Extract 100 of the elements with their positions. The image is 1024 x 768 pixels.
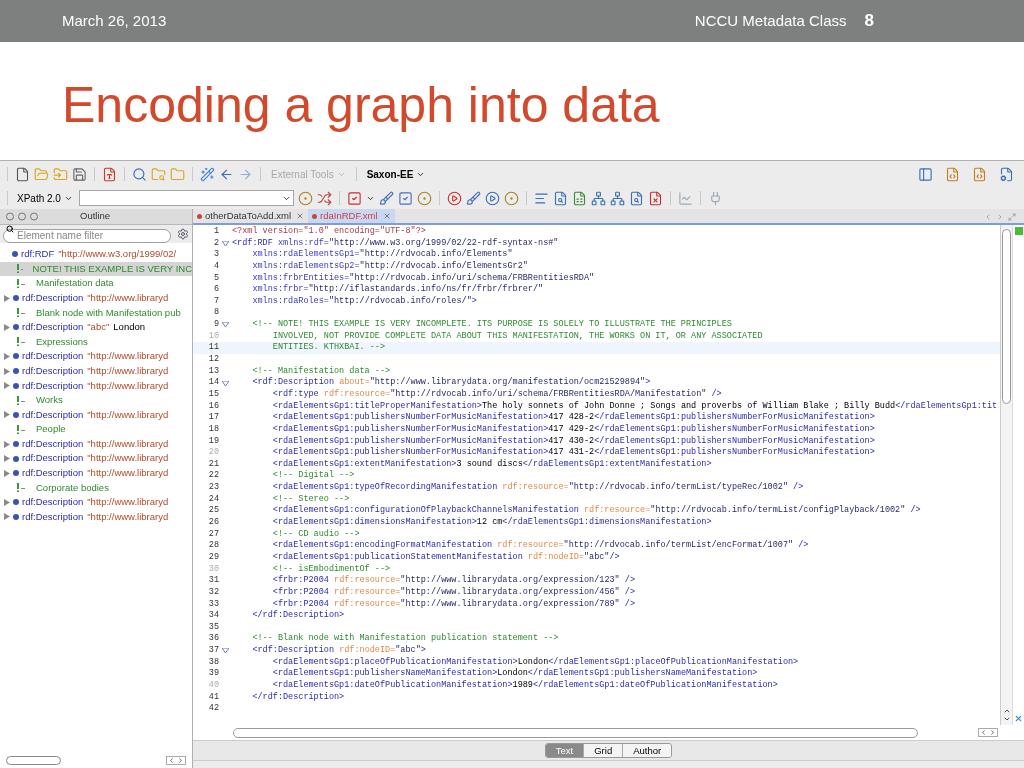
scroll-arrows-icon[interactable] (978, 728, 998, 737)
close-icon[interactable] (1014, 714, 1023, 723)
folder-search-icon[interactable] (151, 166, 166, 182)
checkbox-icon[interactable] (346, 190, 362, 206)
line-number: 39 (207, 668, 219, 680)
close-icon[interactable] (382, 212, 391, 220)
expand-triangle-icon[interactable] (4, 411, 10, 419)
expand-triangle-icon[interactable] (4, 513, 10, 521)
outline-comment-item[interactable]: People (0, 422, 192, 437)
file-tab[interactable]: otherDataToAdd.xml (193, 209, 309, 223)
play-icon[interactable] (446, 190, 462, 206)
code-line: <rdf:type rdf:resource="http://rdvocab.info/uri/schema/FRBRentitiesRDA/Manifestation" /> (271, 388, 722, 401)
document-icon[interactable] (571, 190, 587, 206)
target-icon[interactable] (503, 190, 519, 206)
outline-comment-item[interactable]: Blank node with Manifestation pub (0, 305, 192, 320)
close-icon[interactable] (296, 212, 305, 220)
outline-element-item[interactable]: rdf:Description "http://www.libraryd (0, 407, 192, 423)
mode-tab[interactable]: Author (622, 744, 672, 757)
search-icon[interactable] (132, 166, 147, 182)
expand-triangle-icon[interactable] (4, 498, 10, 506)
code-line: <!-- Blank node with Manifestation publication statement --> (251, 633, 559, 645)
expand-triangle-icon[interactable] (4, 469, 10, 477)
line-number: 28 (207, 540, 219, 552)
expand-triangle-icon[interactable] (4, 382, 10, 390)
tab-nav-icon[interactable] (984, 213, 1016, 221)
network-icon[interactable] (609, 190, 625, 206)
settings-icon[interactable] (177, 228, 189, 240)
line-number: 17 (207, 412, 219, 424)
line-number: 11 (207, 342, 219, 355)
element-dot-icon (13, 514, 19, 520)
outline-comment-item[interactable]: Corporate bodies (0, 480, 192, 496)
checkbox-icon[interactable] (397, 190, 413, 206)
expand-triangle-icon[interactable] (4, 455, 10, 463)
query-icon[interactable] (972, 166, 987, 182)
outline-comment-item[interactable]: Manifestation data (0, 276, 192, 291)
folder-icon[interactable] (53, 166, 68, 182)
play-icon[interactable] (484, 190, 500, 206)
horizontal-scrollbar[interactable] (6, 755, 61, 765)
outline-element-item[interactable]: rdf:Description "abc" London (0, 319, 192, 335)
transform-icon[interactable] (945, 166, 960, 182)
outline-element-item[interactable]: rdf:RDF "http://www.w3.org/1999/02/ (0, 247, 192, 262)
line-number: 25 (207, 505, 219, 517)
xpath-input-field[interactable] (78, 190, 294, 206)
code-line: xmlns:frbrEntities="http://rdvocab.info/uri/schema/FRBRentitiesRDA" (251, 272, 595, 284)
scrollbar-thumb[interactable] (1002, 229, 1011, 404)
align-icon[interactable] (533, 190, 549, 206)
fold-toggle-icon[interactable] (222, 240, 229, 246)
outline-comment-item[interactable]: Expressions (0, 334, 192, 350)
file-icon[interactable] (15, 166, 30, 182)
expand-triangle-icon[interactable] (4, 367, 10, 375)
search-icon (6, 225, 14, 233)
attribute-value: "http://www.libraryd (87, 407, 169, 422)
element-name: rdf:Description (22, 363, 84, 378)
document-icon[interactable] (552, 190, 568, 206)
document-icon[interactable] (647, 190, 663, 206)
xpath-version-dropdown[interactable]: XPath 2.0 (15, 190, 75, 206)
brush-icon[interactable] (378, 190, 394, 206)
folder-icon[interactable] (170, 166, 185, 182)
filter-field[interactable]: Element name filter (3, 228, 171, 243)
expand-triangle-icon[interactable] (4, 440, 10, 448)
save-icon[interactable] (72, 166, 87, 182)
outline-element-item[interactable]: rdf:Description "http://www.libraryd (0, 349, 192, 364)
arrow-right-icon[interactable] (238, 166, 253, 182)
window-controls-icon[interactable] (6, 212, 40, 221)
outline-element-item[interactable]: rdf:Description "http://www.libraryd (0, 495, 192, 510)
outline-element-item[interactable]: rdf:Description "http://www.libraryd (0, 465, 192, 481)
target-icon[interactable] (297, 190, 313, 206)
fold-toggle-icon[interactable] (222, 322, 229, 328)
fold-toggle-icon[interactable] (222, 648, 229, 654)
outline-element-item[interactable]: rdf:Description "http://www.libraryd (0, 363, 192, 379)
expand-triangle-icon[interactable] (4, 323, 10, 331)
layout-icon[interactable] (918, 166, 933, 182)
outline-element-item[interactable]: rdf:Description "http://www.libraryd (0, 436, 192, 452)
expand-triangle-icon[interactable] (4, 294, 10, 302)
config-icon[interactable] (999, 166, 1014, 182)
chart-icon[interactable] (677, 190, 693, 206)
wand-icon[interactable] (200, 166, 215, 182)
scroll-up-icon[interactable] (1002, 707, 1011, 715)
mode-tab[interactable]: Grid (583, 744, 623, 757)
line-number: 9 (212, 319, 219, 331)
outline-element-item[interactable]: rdf:Description "http://www.libraryd (0, 290, 192, 306)
outline-element-item[interactable]: rdf:Description "http://www.libraryd (0, 509, 192, 525)
target-icon[interactable] (416, 190, 432, 206)
network-icon[interactable] (590, 190, 606, 206)
document-icon[interactable] (102, 166, 117, 182)
code-line: <rdaElementsGp1:titleProperManifestation>The holy sonnets of John Donne ; Songs and proverbs of William Blake ; Billy Budd</rdaElementsGp1:tit (271, 400, 998, 412)
outline-comment-item[interactable]: Works (0, 392, 192, 408)
horizontal-scrollbar[interactable] (233, 727, 918, 738)
shuffle-icon[interactable] (316, 190, 332, 206)
expand-triangle-icon[interactable] (4, 352, 10, 360)
fold-toggle-icon[interactable] (222, 380, 229, 386)
document-icon[interactable] (628, 190, 644, 206)
scroll-down-icon[interactable] (1002, 715, 1011, 723)
outline-element-item[interactable]: rdf:Description "http://www.libraryd (0, 378, 192, 393)
scroll-arrows-icon[interactable] (166, 755, 186, 765)
outline-element-item[interactable]: rdf:Description "http://www.libraryd (0, 451, 192, 466)
vertical-scrollbar[interactable] (1000, 225, 1012, 725)
brush-icon[interactable] (465, 190, 481, 206)
line-number: 30 (207, 563, 219, 576)
tool-dropdown[interactable]: Saxon-EE (363, 166, 429, 182)
